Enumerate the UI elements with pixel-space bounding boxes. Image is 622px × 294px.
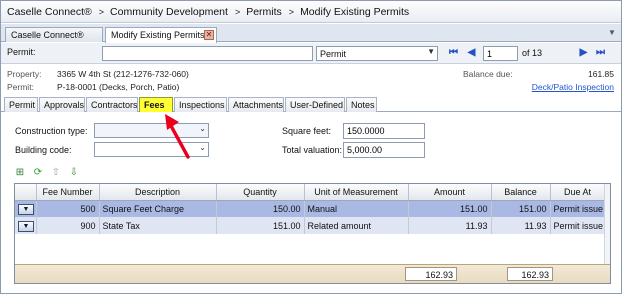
- doc-tab-modify-permits[interactable]: Modify Existing Permits ✕: [105, 27, 217, 43]
- chevron-down-icon: ▼: [427, 47, 435, 56]
- cell-description: Square Feet Charge: [99, 200, 217, 217]
- permit-value: P-18-0001 (Decks, Porch, Patio): [57, 82, 180, 92]
- cell-due-at: Permit issue: [550, 200, 606, 217]
- record-count: of 13: [522, 48, 543, 58]
- total-valuation-label: Total valuation:: [282, 145, 343, 155]
- square-feet-label: Square feet:: [282, 126, 332, 136]
- tab-attachments[interactable]: Attachments: [228, 97, 284, 112]
- chevron-down-icon: ⌄: [199, 124, 206, 133]
- column-header-due-at[interactable]: Due At: [550, 184, 606, 201]
- column-header-fee-number[interactable]: Fee Number: [36, 184, 100, 201]
- breadcrumb-separator: >: [288, 6, 295, 17]
- move-up-icon[interactable]: ⇧: [50, 167, 62, 179]
- cell-balance: 11.93: [491, 217, 551, 234]
- section-tabs: Permit Approvals Contractors Fees Inspec…: [1, 96, 621, 112]
- doc-tab-caselle-connect[interactable]: Caselle Connect®: [5, 27, 103, 42]
- cell-amount: 151.00: [408, 200, 492, 217]
- previous-record-icon[interactable]: ◀: [466, 47, 477, 58]
- cell-unit: Manual: [304, 200, 409, 217]
- tab-notes[interactable]: Notes: [346, 97, 377, 112]
- property-label: Property:: [7, 69, 42, 79]
- balance-total: 162.93: [507, 267, 553, 281]
- column-header-description[interactable]: Description: [99, 184, 217, 201]
- fees-table: Fee Number Description Quantity Unit of …: [15, 184, 606, 234]
- building-code-label: Building code:: [15, 145, 72, 155]
- column-header-unit[interactable]: Unit of Measurement: [304, 184, 409, 201]
- record-number-input[interactable]: [483, 46, 518, 61]
- breadcrumb-separator: >: [98, 6, 105, 17]
- column-header-balance[interactable]: Balance: [491, 184, 551, 201]
- breadcrumb-separator: >: [234, 6, 241, 17]
- balance-due-value: 161.85: [588, 69, 614, 79]
- table-row[interactable]: ▼ 900 State Tax 151.00 Related amount 11…: [15, 217, 606, 234]
- doc-tab-label: Caselle Connect®: [11, 30, 84, 40]
- permit-label: Permit:: [7, 82, 34, 92]
- app-window: Caselle Connect® > Community Development…: [0, 0, 622, 294]
- add-row-icon[interactable]: ⊞: [14, 167, 26, 179]
- grid-toolbar: ⊞ ⟳ ⇧ ⇩: [14, 165, 80, 181]
- column-header-amount[interactable]: Amount: [408, 184, 492, 201]
- breadcrumb: Caselle Connect® > Community Development…: [1, 1, 621, 23]
- balance-due-label: Balance due:: [463, 69, 513, 79]
- annotation-arrow-icon: [165, 114, 190, 159]
- last-record-icon[interactable]: ⏭: [595, 47, 606, 58]
- tab-list-dropdown-icon[interactable]: ▼: [608, 28, 618, 38]
- tab-fees[interactable]: Fees: [139, 97, 173, 112]
- tab-permit[interactable]: Permit: [4, 97, 38, 112]
- tab-user-defined[interactable]: User-Defined: [285, 97, 345, 112]
- fees-grid: Fee Number Description Quantity Unit of …: [14, 183, 611, 284]
- close-icon[interactable]: ✕: [204, 30, 214, 40]
- cell-quantity: 151.00: [216, 217, 305, 234]
- table-row[interactable]: ▼ 500 Square Feet Charge 150.00 Manual 1…: [15, 200, 606, 217]
- breadcrumb-item-community-development[interactable]: Community Development: [110, 6, 228, 18]
- amount-total: 162.93: [405, 267, 457, 281]
- tab-approvals[interactable]: Approvals: [39, 97, 85, 112]
- cell-due-at: Permit issue: [550, 217, 606, 234]
- permit-search-label: Permit:: [7, 47, 36, 57]
- row-expand-icon[interactable]: ▼: [18, 203, 34, 215]
- tab-inspections[interactable]: Inspections: [174, 97, 227, 112]
- move-down-icon[interactable]: ⇩: [68, 167, 80, 179]
- doc-tab-label: Modify Existing Permits: [111, 30, 205, 40]
- grid-totals-footer: 162.93 162.93: [15, 264, 610, 283]
- breadcrumb-item-home[interactable]: Caselle Connect®: [7, 6, 92, 18]
- chevron-down-icon: ⌄: [199, 143, 206, 152]
- property-value: 3365 W 4th St (212-1276-732-060): [57, 69, 189, 79]
- column-header-quantity[interactable]: Quantity: [216, 184, 305, 201]
- permit-search-input[interactable]: [102, 46, 313, 61]
- record-type-value: Permit: [320, 49, 347, 59]
- square-feet-input[interactable]: [343, 123, 425, 139]
- breadcrumb-item-modify-permits: Modify Existing Permits: [300, 5, 410, 18]
- row-expand-icon[interactable]: ▼: [18, 220, 34, 232]
- cell-balance: 151.00: [491, 200, 551, 217]
- inspection-link[interactable]: Deck/Patio Inspection: [532, 82, 614, 92]
- first-record-icon[interactable]: ⏮: [448, 47, 459, 58]
- construction-type-label: Construction type:: [15, 126, 88, 136]
- row-selector-header: [15, 184, 37, 201]
- cell-quantity: 150.00: [216, 200, 305, 217]
- cell-fee-number: 900: [36, 217, 100, 234]
- cell-unit: Related amount: [304, 217, 409, 234]
- total-valuation-input[interactable]: [343, 142, 425, 158]
- cell-amount: 11.93: [408, 217, 492, 234]
- cell-description: State Tax: [99, 217, 217, 234]
- next-record-icon[interactable]: ▶: [578, 47, 589, 58]
- record-type-select[interactable]: Permit ▼: [316, 46, 438, 61]
- cell-fee-number: 500: [36, 200, 100, 217]
- permit-summary: Property: 3365 W 4th St (212-1276-732-06…: [1, 65, 621, 95]
- table-header-row: Fee Number Description Quantity Unit of …: [15, 184, 606, 201]
- document-tab-strip: Caselle Connect® Modify Existing Permits…: [1, 24, 621, 43]
- permit-navigation-bar: Permit: Permit ▼ ⏮ ◀ of 13 ▶ ⏭: [1, 43, 621, 64]
- refresh-icon[interactable]: ⟳: [32, 167, 44, 179]
- tab-contractors[interactable]: Contractors: [86, 97, 138, 112]
- breadcrumb-item-permits[interactable]: Permits: [246, 6, 282, 18]
